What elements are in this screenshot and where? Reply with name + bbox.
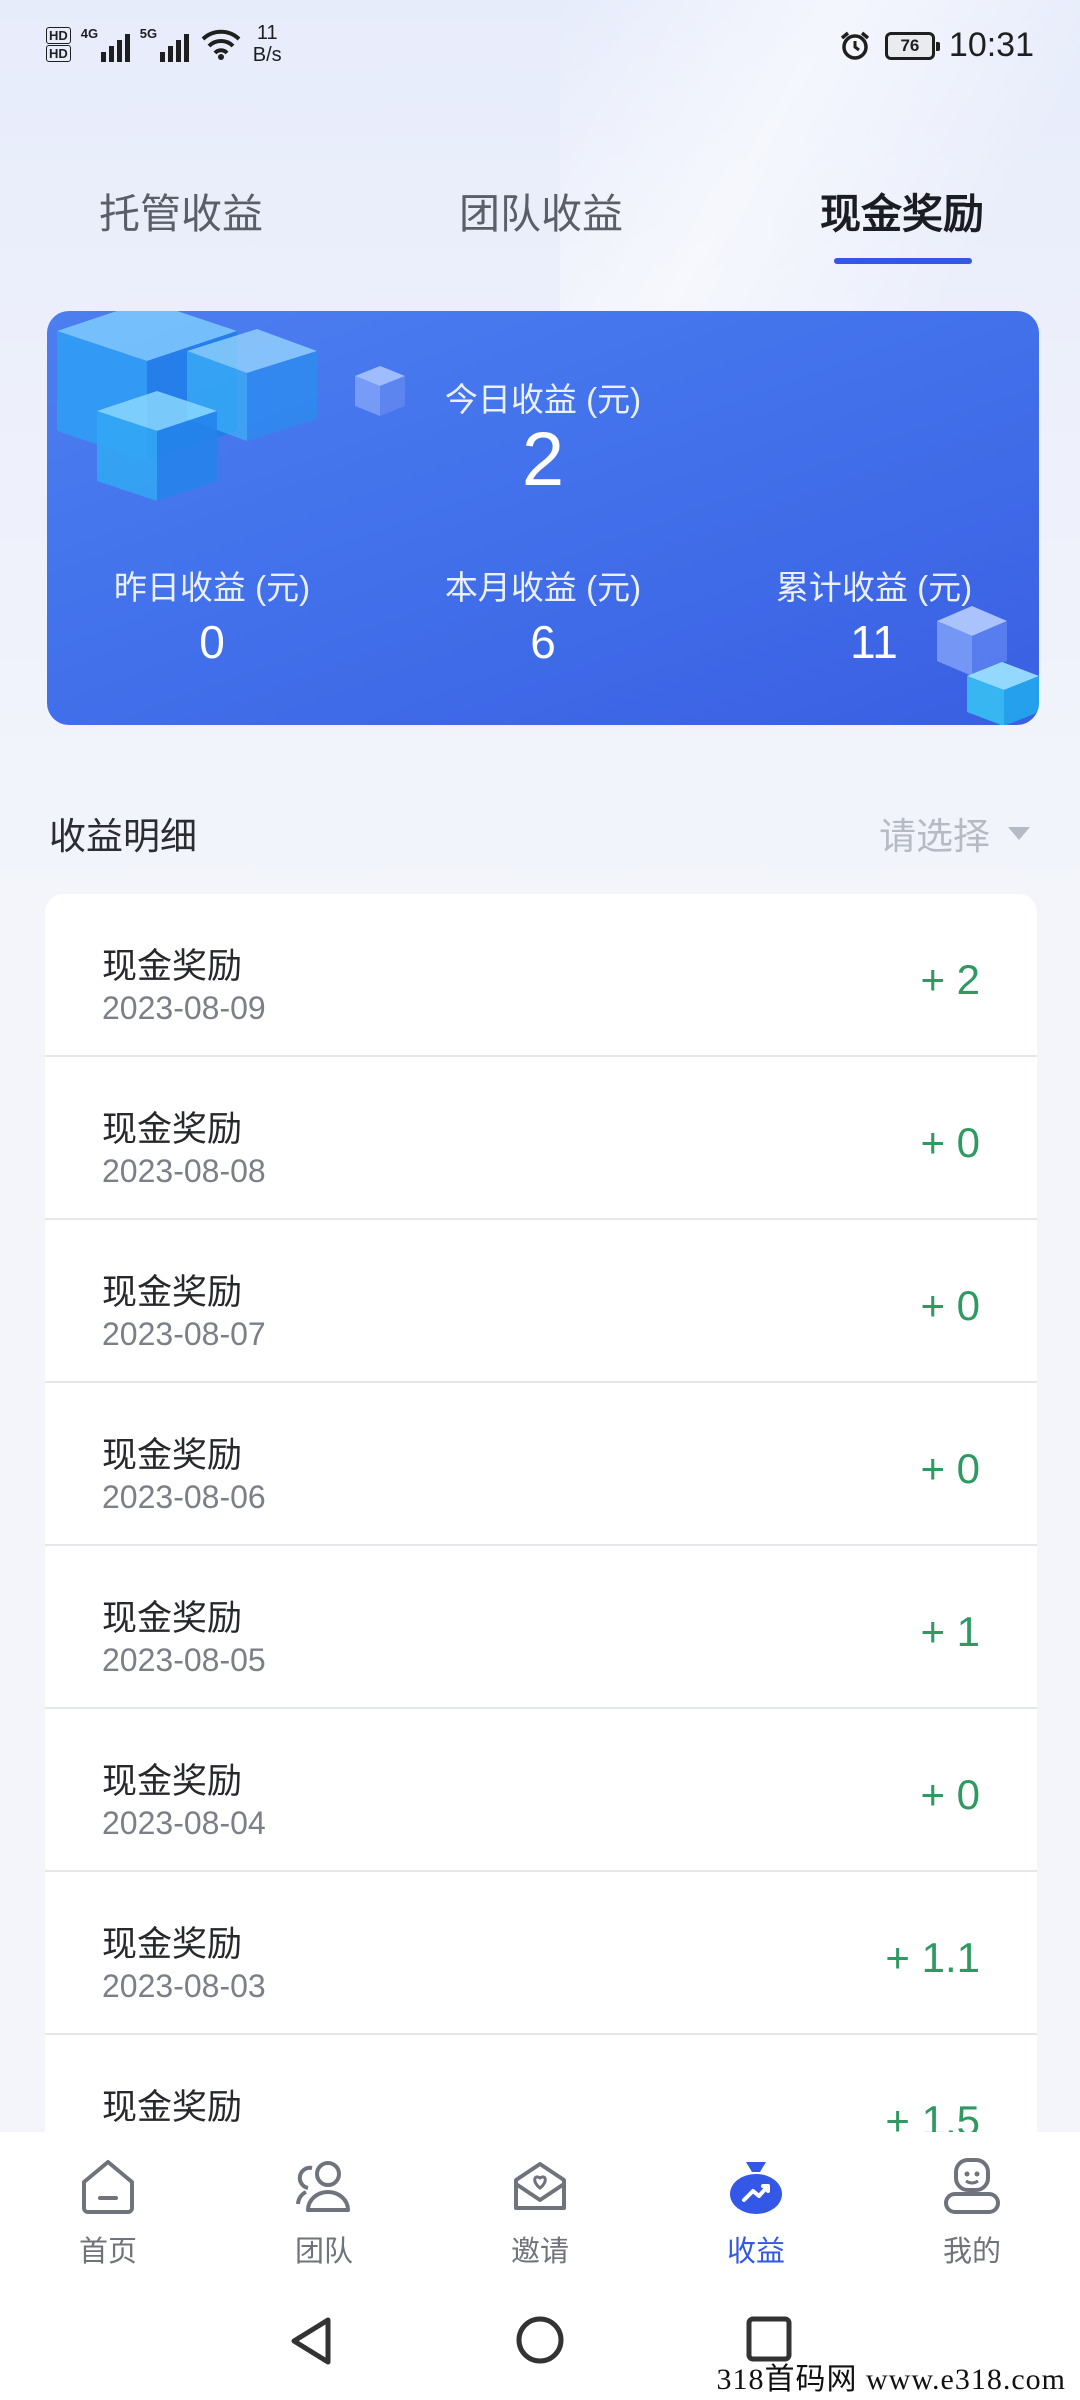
record-amount: + 2	[920, 956, 980, 1003]
clock: 10:31	[948, 26, 1034, 64]
caret-down-icon	[1008, 826, 1030, 840]
list-item: 现金奖励 2023-08-02 + 1.5	[45, 2035, 1037, 2134]
tab-team-earnings[interactable]: 团队收益	[391, 180, 691, 240]
record-name: 现金奖励	[102, 1925, 243, 1964]
record-amount: + 0	[920, 1771, 980, 1818]
signal-icon: 4G	[80, 26, 130, 62]
record-amount: + 1	[920, 1608, 980, 1655]
nav-item-home[interactable]: 首页	[38, 2154, 178, 2270]
record-name: 现金奖励	[102, 1436, 243, 1475]
record-amount: + 0	[920, 1445, 980, 1492]
yesterday-earnings: 昨日收益 (元) 0	[47, 561, 377, 669]
yesterday-earnings-value: 0	[199, 616, 225, 668]
month-earnings-value: 6	[530, 616, 556, 668]
list-item: 现金奖励 2023-08-07 + 0	[45, 1220, 1037, 1383]
nav-label: 首页	[78, 2236, 137, 2268]
earnings-icon	[730, 2162, 782, 2214]
nav-item-profile[interactable]: 我的	[902, 2154, 1042, 2270]
nav-label: 收益	[726, 2236, 785, 2268]
back-icon[interactable]	[286, 2314, 336, 2368]
battery-level: 76	[900, 35, 920, 55]
record-date: 2023-08-07	[102, 1316, 266, 1352]
nav-item-earnings[interactable]: 收益	[686, 2154, 826, 2270]
nav-item-team[interactable]: 团队	[254, 2154, 394, 2270]
earnings-detail-title: 收益明细	[49, 816, 197, 857]
team-icon	[296, 2161, 350, 2212]
nav-item-invite[interactable]: 邀请	[470, 2154, 610, 2270]
total-earnings-label: 累计收益 (元)	[775, 569, 973, 606]
record-amount: + 0	[920, 1282, 980, 1329]
list-item: 现金奖励 2023-08-04 + 0	[45, 1709, 1037, 1872]
record-amount: + 1.5	[885, 2097, 980, 2134]
month-earnings-label: 本月收益 (元)	[444, 569, 642, 606]
record-date: 2023-08-03	[102, 1968, 266, 2004]
list-item: 现金奖励 2023-08-08 + 0	[45, 1057, 1037, 1220]
record-date: 2023-08-06	[102, 1479, 266, 1515]
active-tab-indicator	[834, 258, 972, 264]
filter-select[interactable]: 请选择	[879, 806, 1030, 860]
list-item: 现金奖励 2023-08-03 + 1.1	[45, 1872, 1037, 2035]
record-name: 现金奖励	[102, 1110, 243, 1149]
earnings-summary-card: 今日收益 (元) 2 昨日收益 (元) 0 本月收益 (元) 6 累计收益 (元…	[47, 311, 1039, 725]
earnings-tabs: 托管收益 团队收益 现金奖励	[0, 180, 1080, 280]
record-date: 2023-08-08	[102, 1153, 266, 1189]
signal-icon: 5G	[139, 26, 189, 62]
nav-label: 我的	[942, 2236, 1001, 2268]
record-date: 2023-08-04	[102, 1805, 266, 1841]
battery-icon: 76	[884, 31, 940, 60]
nav-label: 邀请	[510, 2236, 569, 2268]
signal-label: 5G	[139, 26, 158, 41]
signal-label: 4G	[80, 26, 99, 41]
bottom-nav: 首页 团队 邀请 收益 我的	[0, 2132, 1080, 2282]
home-icon	[82, 2160, 134, 2214]
record-amount: + 1.1	[885, 1934, 980, 1981]
record-name: 现金奖励	[102, 2088, 243, 2127]
record-date: 2023-08-09	[102, 990, 266, 1026]
nav-label: 团队	[294, 2236, 353, 2268]
watermark-text: 318首码网 www.e318.com	[716, 2363, 1066, 2396]
record-name: 现金奖励	[102, 947, 243, 986]
wifi-icon	[201, 29, 241, 60]
record-name: 现金奖励	[102, 1599, 243, 1638]
list-item: 现金奖励 2023-08-05 + 1	[45, 1546, 1037, 1709]
network-speed: 11 B/s	[252, 22, 282, 66]
tab-cash-rewards[interactable]: 现金奖励	[752, 180, 1052, 240]
record-date: 2023-08-05	[102, 1642, 266, 1678]
list-item: 现金奖励 2023-08-09 + 2	[45, 894, 1037, 1057]
alarm-icon	[840, 31, 870, 60]
list-item: 现金奖励 2023-08-06 + 0	[45, 1383, 1037, 1546]
home-circle-icon[interactable]	[514, 2314, 566, 2366]
invite-icon	[514, 2162, 566, 2210]
record-name: 现金奖励	[102, 1762, 243, 1801]
today-earnings-label: 今日收益 (元)	[444, 381, 642, 418]
hd-badge: HD	[46, 44, 71, 62]
record-amount: + 0	[920, 1119, 980, 1166]
total-earnings: 累计收益 (元) 11	[709, 561, 1039, 669]
today-earnings-value: 2	[521, 417, 565, 502]
hd-badge: HD	[46, 26, 71, 44]
status-bar: HD HD 4G 5G 11 B/s 76 10:31	[0, 0, 1080, 100]
system-navigation-bar: 318首码网 www.e318.com	[0, 2282, 1080, 2400]
yesterday-earnings-label: 昨日收益 (元)	[113, 569, 311, 606]
tab-custody-earnings[interactable]: 托管收益	[31, 180, 331, 240]
filter-select-placeholder: 请选择	[879, 816, 990, 857]
earnings-record-list[interactable]: 现金奖励 2023-08-09 + 2 现金奖励 2023-08-08 + 0 …	[45, 894, 1037, 2134]
record-name: 现金奖励	[102, 1273, 243, 1312]
profile-icon	[944, 2158, 1000, 2214]
month-earnings: 本月收益 (元) 6	[378, 561, 708, 669]
total-earnings-value: 11	[850, 616, 898, 668]
hd-badges: HD HD	[46, 26, 71, 63]
